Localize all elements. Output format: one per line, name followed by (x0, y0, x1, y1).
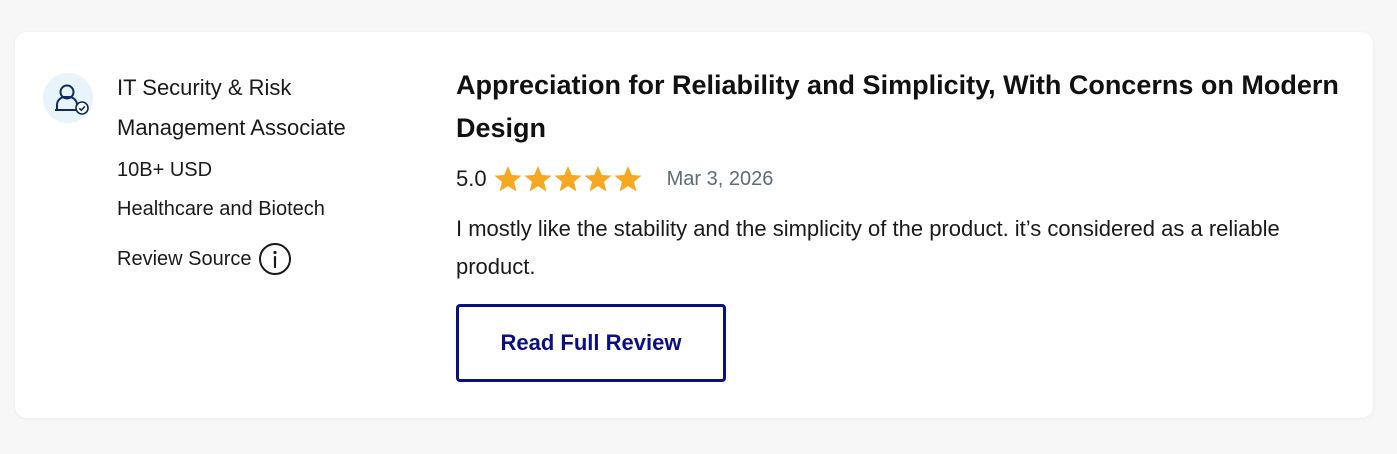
review-card: IT Security & Risk Management Associate … (15, 32, 1373, 418)
read-full-review-button[interactable]: Read Full Review (456, 304, 726, 382)
reviewer-job-title: IT Security & Risk Management Associate (117, 75, 346, 140)
star-rating (493, 164, 643, 194)
rating-row: 5.0 Mar 3, 2026 (456, 163, 1346, 195)
star-icon (584, 166, 612, 192)
star-icon (554, 166, 582, 192)
reviewer-info: IT Security & Risk Management Associate … (117, 68, 417, 276)
reviewer-company-size: 10B+ USD (117, 159, 213, 181)
review-title: Appreciation for Reliability and Simplic… (456, 70, 1339, 143)
review-date: Mar 3, 2026 (666, 167, 774, 190)
review-text: I mostly like the stability and the simp… (456, 216, 1280, 279)
star-icon (614, 166, 642, 192)
user-verified-icon (43, 73, 93, 123)
star-icon (494, 166, 522, 192)
review-source-label: Review Source (117, 248, 252, 270)
review-source-row: Review Source (117, 242, 417, 276)
rating-score: 5.0 (456, 166, 487, 191)
reviewer-industry: Healthcare and Biotech (117, 198, 325, 220)
review-content: Appreciation for Reliability and Simplic… (456, 64, 1346, 382)
star-icon (524, 166, 552, 192)
info-circle-icon[interactable] (258, 242, 292, 276)
